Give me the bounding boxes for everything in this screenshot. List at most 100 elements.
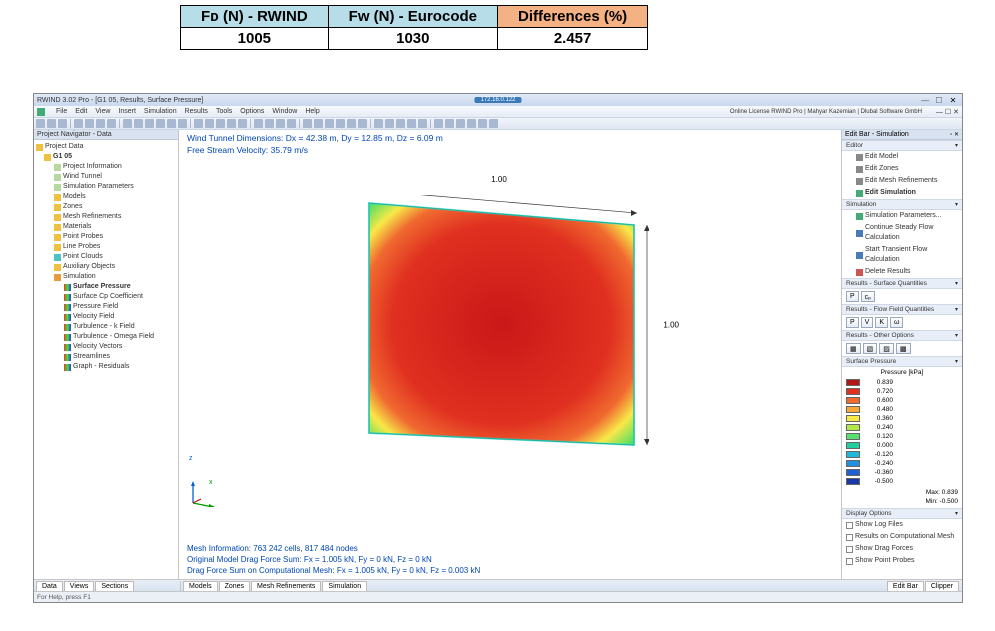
toolbar-icon[interactable] xyxy=(134,119,143,128)
tree-models[interactable]: Models xyxy=(34,192,178,202)
toolbar-icon[interactable] xyxy=(358,119,367,128)
other-option-button[interactable]: ▦ xyxy=(846,343,861,354)
tree-materials[interactable]: Materials xyxy=(34,222,178,232)
checkbox-icon[interactable] xyxy=(846,558,853,565)
tree-surface-cp[interactable]: Surface Cp Coefficient xyxy=(34,292,178,302)
tree-line-probes[interactable]: Line Probes xyxy=(34,242,178,252)
tab-simulation[interactable]: Simulation xyxy=(322,581,367,591)
project-tree[interactable]: Project Data G1 05 Project Information W… xyxy=(34,140,178,579)
toolbar-icon[interactable] xyxy=(445,119,454,128)
tree-surface-pressure[interactable]: Surface Pressure xyxy=(34,282,178,292)
menu-tools[interactable]: Tools xyxy=(216,108,232,115)
toolbar-icon[interactable] xyxy=(434,119,443,128)
tree-point-probes[interactable]: Point Probes xyxy=(34,232,178,242)
flow-p-button[interactable]: P xyxy=(846,317,859,328)
toolbar-icon[interactable] xyxy=(396,119,405,128)
toolbar-icon[interactable] xyxy=(47,119,56,128)
tab-clipper[interactable]: Clipper xyxy=(925,581,959,591)
flow-omega-button[interactable]: ω xyxy=(890,317,903,328)
edit-zones[interactable]: Edit Zones xyxy=(842,163,962,175)
show-log-files[interactable]: Show Log Files xyxy=(842,519,962,531)
menu-options[interactable]: Options xyxy=(240,108,264,115)
surface-cp-button[interactable]: cₚ xyxy=(861,291,876,302)
menu-help[interactable]: Help xyxy=(305,108,319,115)
toolbar-icon[interactable] xyxy=(194,119,203,128)
tree-velocity-vectors[interactable]: Velocity Vectors xyxy=(34,342,178,352)
tree-point-clouds[interactable]: Point Clouds xyxy=(34,252,178,262)
toolbar-icon[interactable] xyxy=(314,119,323,128)
toolbar-icon[interactable] xyxy=(227,119,236,128)
tab-data[interactable]: Data xyxy=(36,581,63,591)
menu-insert[interactable]: Insert xyxy=(118,108,136,115)
toolbar-icon[interactable] xyxy=(407,119,416,128)
menu-results[interactable]: Results xyxy=(185,108,208,115)
other-option-button[interactable]: ▩ xyxy=(896,343,911,354)
surface-p-button[interactable]: P xyxy=(846,291,859,302)
toolbar-icon[interactable] xyxy=(85,119,94,128)
tree-wind-tunnel[interactable]: Wind Tunnel xyxy=(34,172,178,182)
toolbar-icon[interactable] xyxy=(325,119,334,128)
toolbar-icon[interactable] xyxy=(36,119,45,128)
toolbar-icon[interactable] xyxy=(467,119,476,128)
checkbox-icon[interactable] xyxy=(846,522,853,529)
tab-mesh-refinements[interactable]: Mesh Refinements xyxy=(251,581,321,591)
flow-k-button[interactable]: K xyxy=(875,317,888,328)
checkbox-icon[interactable] xyxy=(846,546,853,553)
tree-turb-k[interactable]: Turbulence - k Field xyxy=(34,322,178,332)
toolbar-icon[interactable] xyxy=(287,119,296,128)
menu-view[interactable]: View xyxy=(95,108,110,115)
toolbar-icon[interactable] xyxy=(156,119,165,128)
show-point-probes[interactable]: Show Point Probes xyxy=(842,555,962,567)
toolbar-icon[interactable] xyxy=(418,119,427,128)
minimize-button[interactable]: — xyxy=(918,96,932,105)
chevron-down-icon[interactable]: ▾ xyxy=(955,510,958,517)
menu-simulation[interactable]: Simulation xyxy=(144,108,177,115)
toolbar-icon[interactable] xyxy=(303,119,312,128)
delete-results[interactable]: Delete Results xyxy=(842,266,962,278)
start-transient[interactable]: Start Transient Flow Calculation xyxy=(842,244,962,266)
chevron-down-icon[interactable]: ▾ xyxy=(955,306,958,313)
continue-steady[interactable]: Continue Steady Flow Calculation xyxy=(842,222,962,244)
toolbar-icon[interactable] xyxy=(265,119,274,128)
toolbar-icon[interactable] xyxy=(96,119,105,128)
toolbar-icon[interactable] xyxy=(276,119,285,128)
chevron-down-icon[interactable]: ▾ xyxy=(955,332,958,339)
results-on-mesh[interactable]: Results on Computational Mesh xyxy=(842,531,962,543)
viewport-3d[interactable]: Wind Tunnel Dimensions: Dx = 42.38 m, Dy… xyxy=(179,130,842,579)
toolbar-icon[interactable] xyxy=(254,119,263,128)
toolbar-icon[interactable] xyxy=(58,119,67,128)
toolbar-icon[interactable] xyxy=(238,119,247,128)
menu-window[interactable]: Window xyxy=(272,108,297,115)
menu-file[interactable]: File xyxy=(56,108,67,115)
tree-zones[interactable]: Zones xyxy=(34,202,178,212)
checkbox-icon[interactable] xyxy=(846,534,853,541)
toolbar-icon[interactable] xyxy=(385,119,394,128)
toolbar-icon[interactable] xyxy=(107,119,116,128)
toolbar-icon[interactable] xyxy=(74,119,83,128)
tree-pressure-field[interactable]: Pressure Field xyxy=(34,302,178,312)
tree-project-info[interactable]: Project Information xyxy=(34,162,178,172)
toolbar-icon[interactable] xyxy=(145,119,154,128)
other-option-button[interactable]: ▨ xyxy=(879,343,894,354)
chevron-down-icon[interactable]: ▾ xyxy=(955,142,958,149)
toolbar-icon[interactable] xyxy=(489,119,498,128)
tree-graph-residuals[interactable]: Graph - Residuals xyxy=(34,362,178,372)
edit-simulation[interactable]: Edit Simulation xyxy=(842,187,962,199)
chevron-down-icon[interactable]: ▾ xyxy=(955,358,958,365)
toolbar-icon[interactable] xyxy=(374,119,383,128)
tree-simulation[interactable]: Simulation xyxy=(34,272,178,282)
tree-turb-omega[interactable]: Turbulence - Omega Field xyxy=(34,332,178,342)
toolbar-icon[interactable] xyxy=(216,119,225,128)
edit-model[interactable]: Edit Model xyxy=(842,151,962,163)
toolbar-icon[interactable] xyxy=(478,119,487,128)
edit-mesh-refinements[interactable]: Edit Mesh Refinements xyxy=(842,175,962,187)
tab-views[interactable]: Views xyxy=(64,581,95,591)
other-option-button[interactable]: ▧ xyxy=(863,343,878,354)
tab-zones[interactable]: Zones xyxy=(219,581,250,591)
show-drag-forces[interactable]: Show Drag Forces xyxy=(842,543,962,555)
toolbar-icon[interactable] xyxy=(167,119,176,128)
tree-case[interactable]: G1 05 xyxy=(34,152,178,162)
tree-streamlines[interactable]: Streamlines xyxy=(34,352,178,362)
toolbar-icon[interactable] xyxy=(123,119,132,128)
tab-models[interactable]: Models xyxy=(183,581,218,591)
